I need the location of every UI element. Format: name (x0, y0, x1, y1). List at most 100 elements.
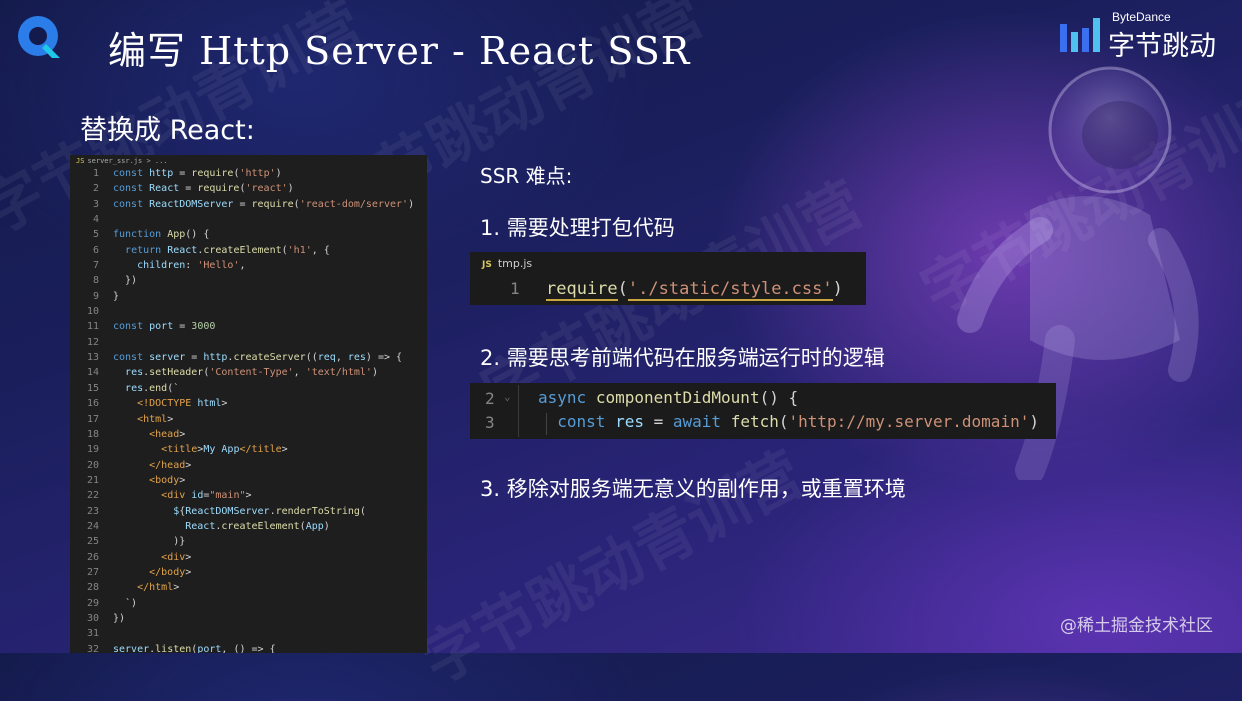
brand-name-en: ByteDance (1112, 10, 1171, 24)
snippet-filename-label: tmp.js (497, 257, 533, 270)
line-number: 27 (86, 566, 99, 578)
code-snippet-tmp-js: JS tmp.js 1 require('./static/style.css') (470, 252, 866, 305)
js-file-icon: JS (482, 260, 492, 270)
line-number: 23 (86, 505, 99, 517)
line-number: 11 (86, 321, 99, 333)
code-text: res.end(` (125, 382, 180, 394)
code-text: }) (113, 612, 126, 624)
code-line: 15 res.end(` (70, 381, 427, 396)
bytedance-bars-icon (1060, 18, 1100, 52)
app-logo-icon (18, 16, 60, 58)
code-line: 10 (70, 304, 427, 319)
code-line: 26 <div> (70, 550, 427, 565)
bytedance-logo: ByteDance 字节跳动 (1058, 10, 1228, 62)
editor-tab-label: server_ssr.js > ... (87, 157, 168, 165)
code-text: `) (113, 597, 138, 609)
code-line: 17 <html> (70, 412, 427, 427)
code-line: 14 res.setHeader('Content-Type', 'text/h… (70, 365, 427, 380)
line-number: 15 (86, 382, 99, 394)
code-text: <head> (149, 428, 186, 440)
code-line: 9} (70, 289, 427, 304)
page-title: 编写 Http Server - React SSR (108, 29, 691, 73)
code-text: <!DOCTYPE html> (137, 398, 228, 410)
code-line: 18 <head> (70, 427, 427, 442)
code-text: server.listen(port, () => { (113, 643, 276, 653)
code-line: 13 const server = http.createServer((req,… (70, 350, 427, 365)
code-text: }) (113, 275, 138, 287)
line-number: 28 (86, 582, 99, 594)
line-number: 2 (92, 183, 99, 195)
point-2: 2. 需要思考前端代码在服务端运行时的逻辑 (480, 346, 885, 370)
line-number: 13 (86, 352, 99, 364)
snippet-code: require('./static/style.css') (546, 279, 843, 301)
line-number: 8 (92, 275, 99, 287)
code-text: const React = require('react') (113, 183, 294, 195)
line-number: 19 (86, 444, 99, 456)
snippet-filename: JS tmp.js (482, 257, 532, 270)
code-line: 21 <body> (70, 473, 427, 488)
code-text: const http = require('http') (113, 168, 282, 179)
line-number: 30 (86, 612, 99, 624)
code-lines: 1 const http = require('http') 2 const Reac… (70, 166, 427, 653)
line-number: 20 (86, 459, 99, 471)
code-text: </body> (149, 566, 192, 578)
code-line: 23 ${ReactDOMServer.renderToString( (70, 504, 427, 519)
line-number: 32 (86, 643, 99, 653)
line-number: 4 (92, 214, 99, 226)
code-text: const ReactDOMServer = require('react-do… (113, 198, 415, 210)
code-line: 11 const port = 3000 (70, 319, 427, 334)
line-number: 14 (86, 367, 99, 379)
line-number: 1 (92, 168, 99, 179)
code-text: const port = 3000 (113, 321, 216, 333)
code-line: 6 return React.createElement('h1', { (70, 243, 427, 258)
snippet-line-number: 1 (510, 279, 520, 298)
code-line: 24 React.createElement(App) (70, 519, 427, 534)
code-line: 22 <div id="main"> (70, 488, 427, 503)
code-text: children: 'Hello', (137, 260, 246, 272)
section-subtitle: 替换成 React: (80, 115, 255, 146)
code-snippet-component: 2 ⌄ 3 async componentDidMount() { const … (470, 383, 1056, 439)
line-number: 21 (86, 474, 99, 486)
line-number: 26 (86, 551, 99, 563)
code-line: 29 `) (70, 596, 427, 611)
code-line: 30}) (70, 611, 427, 626)
snippet-code-line-a: async componentDidMount() { (538, 388, 799, 407)
snippet-code-line-b: const res = await fetch('http://my.serve… (557, 412, 1039, 431)
code-line: 7 children: 'Hello', (70, 258, 427, 273)
code-text: <html> (137, 413, 174, 425)
fold-chevron-icon[interactable]: ⌄ (504, 390, 511, 403)
code-text: <div id="main"> (161, 490, 252, 502)
line-number: 18 (86, 428, 99, 440)
code-line: 28 </html> (70, 580, 427, 595)
ssr-heading: SSR 难点: (480, 164, 573, 188)
code-line: 20 </head> (70, 458, 427, 473)
code-text: React.createElement(App) (185, 520, 330, 532)
code-text: ${ReactDOMServer.renderToString( (173, 505, 366, 517)
footer-credit: @稀土掘金技术社区 (1060, 616, 1213, 636)
snippet-line-number: 3 (485, 413, 495, 432)
code-text: res.setHeader('Content-Type', 'text/html… (125, 367, 378, 379)
line-number: 24 (86, 520, 99, 532)
line-number: 31 (86, 628, 99, 640)
line-number: 22 (86, 490, 99, 502)
code-text: } (113, 290, 120, 302)
gutter-divider (518, 385, 519, 437)
point-3: 3. 移除对服务端无意义的副作用，或重置环境 (480, 477, 906, 501)
line-number: 5 (92, 229, 99, 241)
code-line: 3 const ReactDOMServer = require('react-d… (70, 197, 427, 212)
code-editor: JS server_ssr.js > ... 1 const http = requ… (70, 155, 427, 653)
snippet-line-number: 2 (485, 389, 495, 408)
code-line: 1 const http = require('http') (70, 166, 427, 181)
code-line: 25 )} (70, 534, 427, 549)
code-text: </head> (149, 459, 192, 471)
js-file-icon: JS (76, 157, 85, 165)
code-text: function App() { (113, 229, 210, 241)
line-number: 6 (92, 244, 99, 256)
code-line: 4 (70, 212, 427, 227)
code-line: 19 <title>My App</title> (70, 442, 427, 457)
line-number: 29 (86, 597, 99, 609)
line-number: 25 (86, 536, 99, 548)
code-text: <div> (161, 551, 192, 563)
line-number: 17 (86, 413, 99, 425)
code-text: <body> (149, 474, 186, 486)
